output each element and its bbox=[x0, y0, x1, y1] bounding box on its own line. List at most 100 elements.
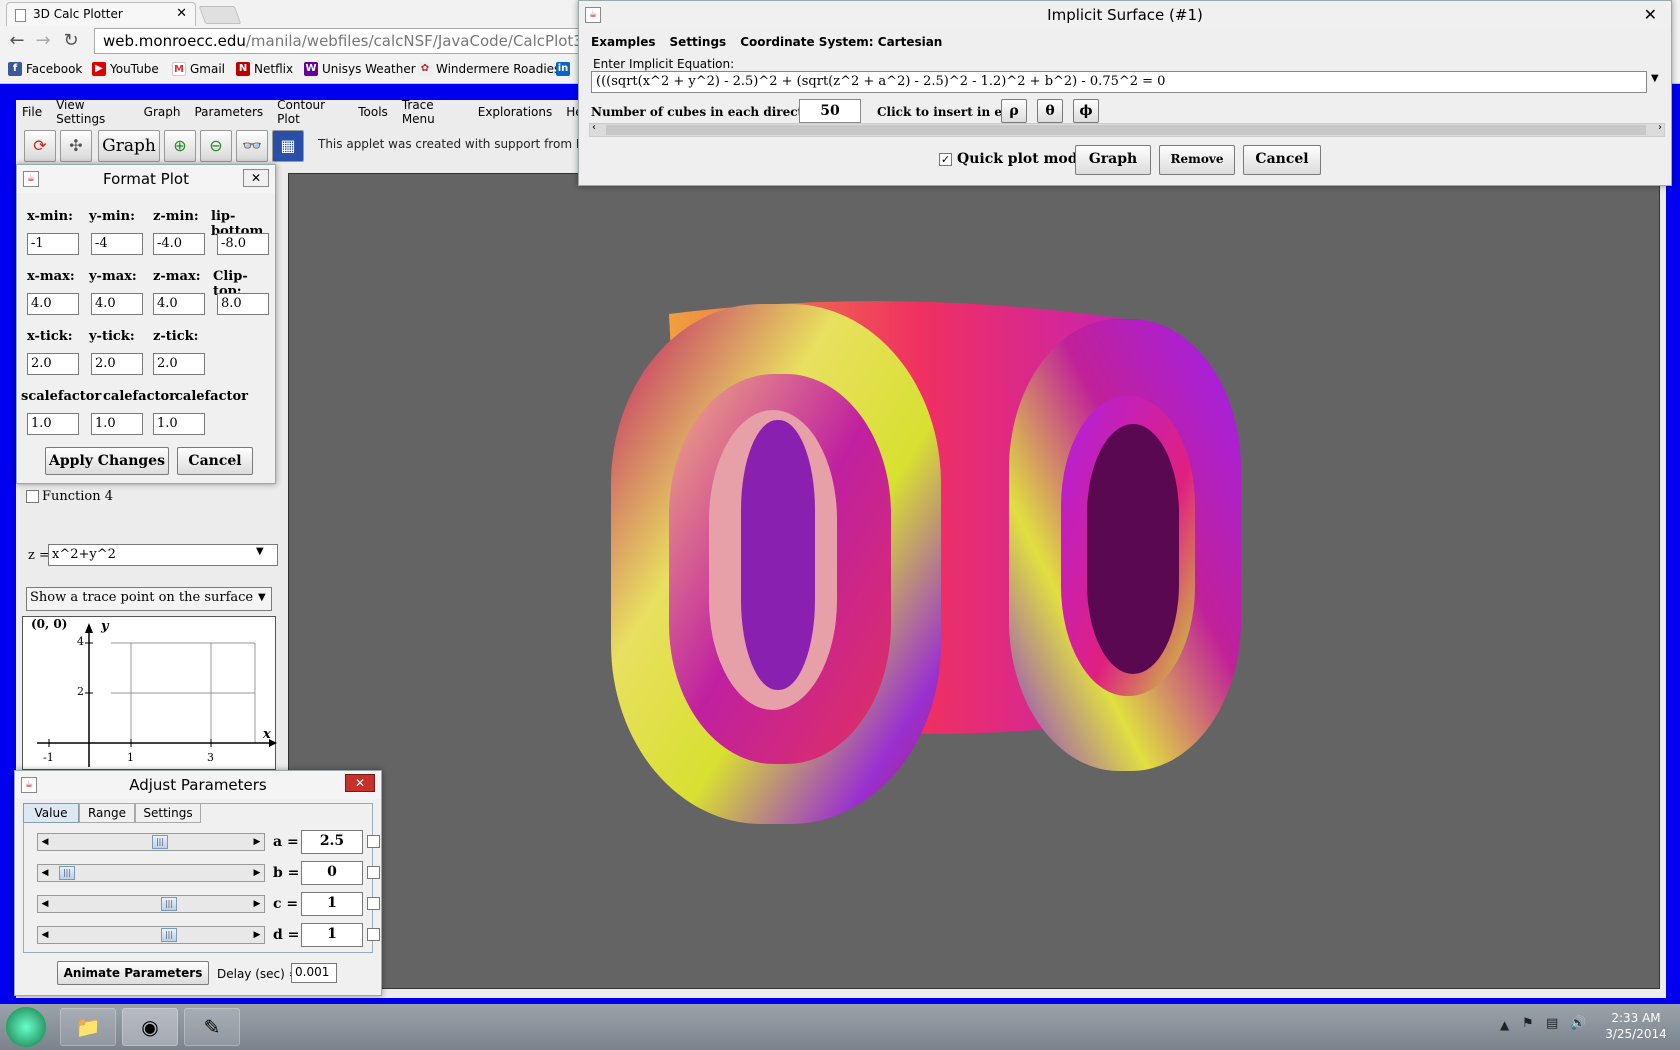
slider-left-icon[interactable]: ◀ bbox=[38, 927, 52, 943]
axes-icon[interactable]: ✣ bbox=[60, 130, 92, 162]
flag-icon[interactable]: ⚑ bbox=[1522, 1016, 1534, 1031]
chevron-down-icon[interactable]: ▼ bbox=[256, 546, 264, 557]
bookmark-facebook[interactable]: f Facebook bbox=[8, 60, 82, 78]
bookmark-windermere[interactable]: ✿ Windermere Roadies bbox=[418, 60, 560, 78]
rotate-icon[interactable]: ⟳ bbox=[24, 130, 56, 162]
file-explorer-icon[interactable]: 📁 bbox=[60, 1008, 116, 1046]
bookmark-linkedin[interactable]: in bbox=[556, 60, 570, 78]
plot-area[interactable] bbox=[288, 173, 1660, 989]
slider-right-icon[interactable]: ▶ bbox=[250, 896, 264, 912]
insert-rho-button[interactable]: ρ bbox=[1001, 99, 1027, 123]
param-b-slider[interactable]: ◀ ||| ▶ bbox=[37, 864, 265, 882]
equation-input[interactable]: (((sqrt(x^2 + y^2) - 2.5)^2 + (sqrt(z^2 … bbox=[591, 71, 1647, 93]
delay-input[interactable]: 0.001 bbox=[291, 963, 337, 983]
insert-phi-button[interactable]: ϕ bbox=[1073, 99, 1099, 123]
menu-parameters[interactable]: Parameters bbox=[194, 105, 263, 119]
trace-select[interactable]: Show a trace point on the surface bbox=[26, 587, 272, 611]
scroll-left-icon[interactable]: ‹ bbox=[592, 122, 596, 133]
reload-icon[interactable]: ↻ bbox=[60, 30, 82, 51]
clip-top-field[interactable]: 8.0 bbox=[217, 293, 269, 315]
3d-glasses-icon[interactable]: 👓 bbox=[236, 130, 268, 162]
menu-examples[interactable]: Examples bbox=[591, 35, 656, 49]
implicit-close-icon[interactable]: ✕ bbox=[1644, 5, 1657, 24]
implicit-remove-button[interactable]: Remove bbox=[1159, 145, 1235, 175]
bookmark-youtube[interactable]: ▶ YouTube bbox=[92, 60, 159, 78]
y-scalefactor-field[interactable]: 1.0 bbox=[91, 413, 143, 435]
menu-settings[interactable]: Settings bbox=[670, 35, 727, 49]
zoom-out-icon[interactable]: ⊖ bbox=[200, 130, 232, 162]
function-4-input[interactable]: x^2+y^2 bbox=[48, 544, 278, 566]
tab-value[interactable]: Value bbox=[23, 803, 79, 823]
menu-trace[interactable]: Trace Menu bbox=[402, 98, 464, 126]
scrollbar-thumb[interactable] bbox=[606, 125, 1646, 135]
adjust-close-button[interactable]: ✕ bbox=[345, 774, 375, 792]
x-scalefactor-field[interactable]: 1.0 bbox=[27, 413, 79, 435]
x-tick-field[interactable]: 2.0 bbox=[27, 353, 79, 375]
slider-thumb[interactable]: ||| bbox=[59, 866, 75, 880]
menu-view-settings[interactable]: View Settings bbox=[56, 98, 130, 126]
slider-right-icon[interactable]: ▶ bbox=[250, 834, 264, 850]
function-4-checkbox[interactable] bbox=[26, 490, 39, 503]
insert-theta-button[interactable]: θ bbox=[1037, 99, 1063, 123]
menu-contour-plot[interactable]: Contour Plot bbox=[277, 98, 344, 126]
y-max-field[interactable]: 4.0 bbox=[91, 293, 143, 315]
quick-plot-checkbox[interactable]: ✓ bbox=[939, 153, 952, 166]
y-min-field[interactable]: -4 bbox=[91, 233, 143, 255]
param-a-input[interactable]: 2.5 bbox=[301, 830, 363, 854]
clock[interactable]: 2:33 AM 3/25/2014 bbox=[1600, 1010, 1672, 1042]
z-max-field[interactable]: 4.0 bbox=[153, 293, 205, 315]
close-tab-icon[interactable]: ✕ bbox=[176, 6, 187, 21]
apply-changes-button[interactable]: Apply Changes bbox=[45, 447, 169, 475]
y-tick-field[interactable]: 2.0 bbox=[91, 353, 143, 375]
slider-thumb[interactable]: ||| bbox=[161, 897, 177, 911]
slider-thumb[interactable]: ||| bbox=[161, 928, 177, 942]
param-c-slider[interactable]: ◀ ||| ▶ bbox=[37, 895, 265, 913]
toolbar-graph-button[interactable]: Graph bbox=[98, 130, 160, 162]
notepad-icon[interactable]: ✎ bbox=[184, 1008, 240, 1046]
forward-icon[interactable]: → bbox=[32, 30, 54, 51]
zoom-in-icon[interactable]: ⊕ bbox=[164, 130, 196, 162]
implicit-graph-button[interactable]: Graph bbox=[1075, 145, 1151, 175]
trace-chevron-icon[interactable]: ▼ bbox=[258, 592, 266, 603]
slider-right-icon[interactable]: ▶ bbox=[250, 927, 264, 943]
z-tick-field[interactable]: 2.0 bbox=[153, 353, 205, 375]
start-button[interactable] bbox=[6, 1007, 46, 1047]
menu-explorations[interactable]: Explorations bbox=[478, 105, 553, 119]
bookmark-gmail[interactable]: M Gmail bbox=[172, 60, 225, 78]
z-scalefactor-field[interactable]: 1.0 bbox=[153, 413, 205, 435]
equation-dropdown-icon[interactable]: ▼ bbox=[1651, 73, 1659, 84]
new-tab-button[interactable] bbox=[198, 6, 242, 24]
address-bar[interactable]: web.monroecc.edu/manila/webfiles/calcNSF… bbox=[94, 28, 594, 54]
bookmark-netflix[interactable]: N Netflix bbox=[236, 60, 293, 78]
grid-icon[interactable]: ▦ bbox=[272, 130, 304, 162]
x-max-field[interactable]: 4.0 bbox=[27, 293, 79, 315]
param-c-checkbox[interactable] bbox=[367, 897, 380, 910]
bookmark-unisys-weather[interactable]: W Unisys Weather bbox=[304, 60, 416, 78]
animate-parameters-button[interactable]: Animate Parameters bbox=[57, 961, 209, 985]
scroll-right-icon[interactable]: › bbox=[1658, 122, 1662, 133]
chrome-icon[interactable]: ◉ bbox=[122, 1008, 178, 1046]
network-icon[interactable]: ▤ bbox=[1546, 1016, 1558, 1031]
implicit-cancel-button[interactable]: Cancel bbox=[1243, 145, 1321, 175]
slider-left-icon[interactable]: ◀ bbox=[38, 865, 52, 881]
cubes-input[interactable]: 50 bbox=[799, 99, 861, 123]
z-min-field[interactable]: -4.0 bbox=[153, 233, 205, 255]
tray-arrow-icon[interactable]: ▲ bbox=[1500, 1018, 1509, 1032]
x-min-field[interactable]: -1 bbox=[27, 233, 79, 255]
menu-graph[interactable]: Graph bbox=[144, 105, 181, 119]
param-d-checkbox[interactable] bbox=[367, 928, 380, 941]
param-b-input[interactable]: 0 bbox=[301, 861, 363, 885]
slider-thumb[interactable]: ||| bbox=[152, 835, 168, 849]
slider-left-icon[interactable]: ◀ bbox=[38, 834, 52, 850]
menu-coordinate-system[interactable]: Coordinate System: Cartesian bbox=[740, 35, 942, 49]
browser-tab[interactable]: 3D Calc Plotter ✕ bbox=[6, 2, 196, 26]
menu-file[interactable]: File bbox=[22, 105, 42, 119]
horizontal-scrollbar[interactable]: ‹ › bbox=[589, 122, 1665, 137]
menu-tools[interactable]: Tools bbox=[358, 105, 388, 119]
param-a-slider[interactable]: ◀ ||| ▶ bbox=[37, 833, 265, 851]
volume-icon[interactable]: 🔊 bbox=[1570, 1016, 1586, 1031]
param-b-checkbox[interactable] bbox=[367, 866, 380, 879]
slider-left-icon[interactable]: ◀ bbox=[38, 896, 52, 912]
format-cancel-button[interactable]: Cancel bbox=[177, 447, 253, 475]
slider-right-icon[interactable]: ▶ bbox=[250, 865, 264, 881]
